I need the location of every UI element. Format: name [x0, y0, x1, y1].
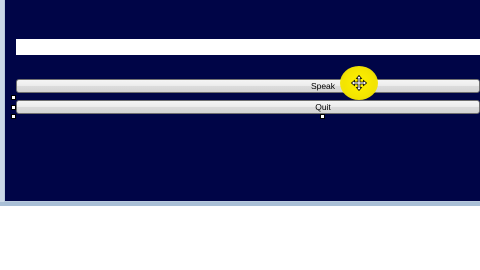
selection-handle-top-left[interactable] — [11, 95, 16, 100]
window-frame-left-edge — [0, 0, 4, 206]
window-frame-bottom-edge — [0, 202, 480, 206]
selection-handle-bottom-left[interactable] — [11, 114, 16, 119]
quit-button[interactable]: Quit — [16, 100, 480, 114]
speech-text-input[interactable] — [16, 39, 480, 55]
selection-handle-middle-left[interactable] — [11, 105, 16, 110]
move-cursor-icon — [351, 75, 367, 91]
selection-handle-bottom-center[interactable] — [320, 114, 325, 119]
speak-button[interactable]: Speak — [16, 79, 480, 93]
